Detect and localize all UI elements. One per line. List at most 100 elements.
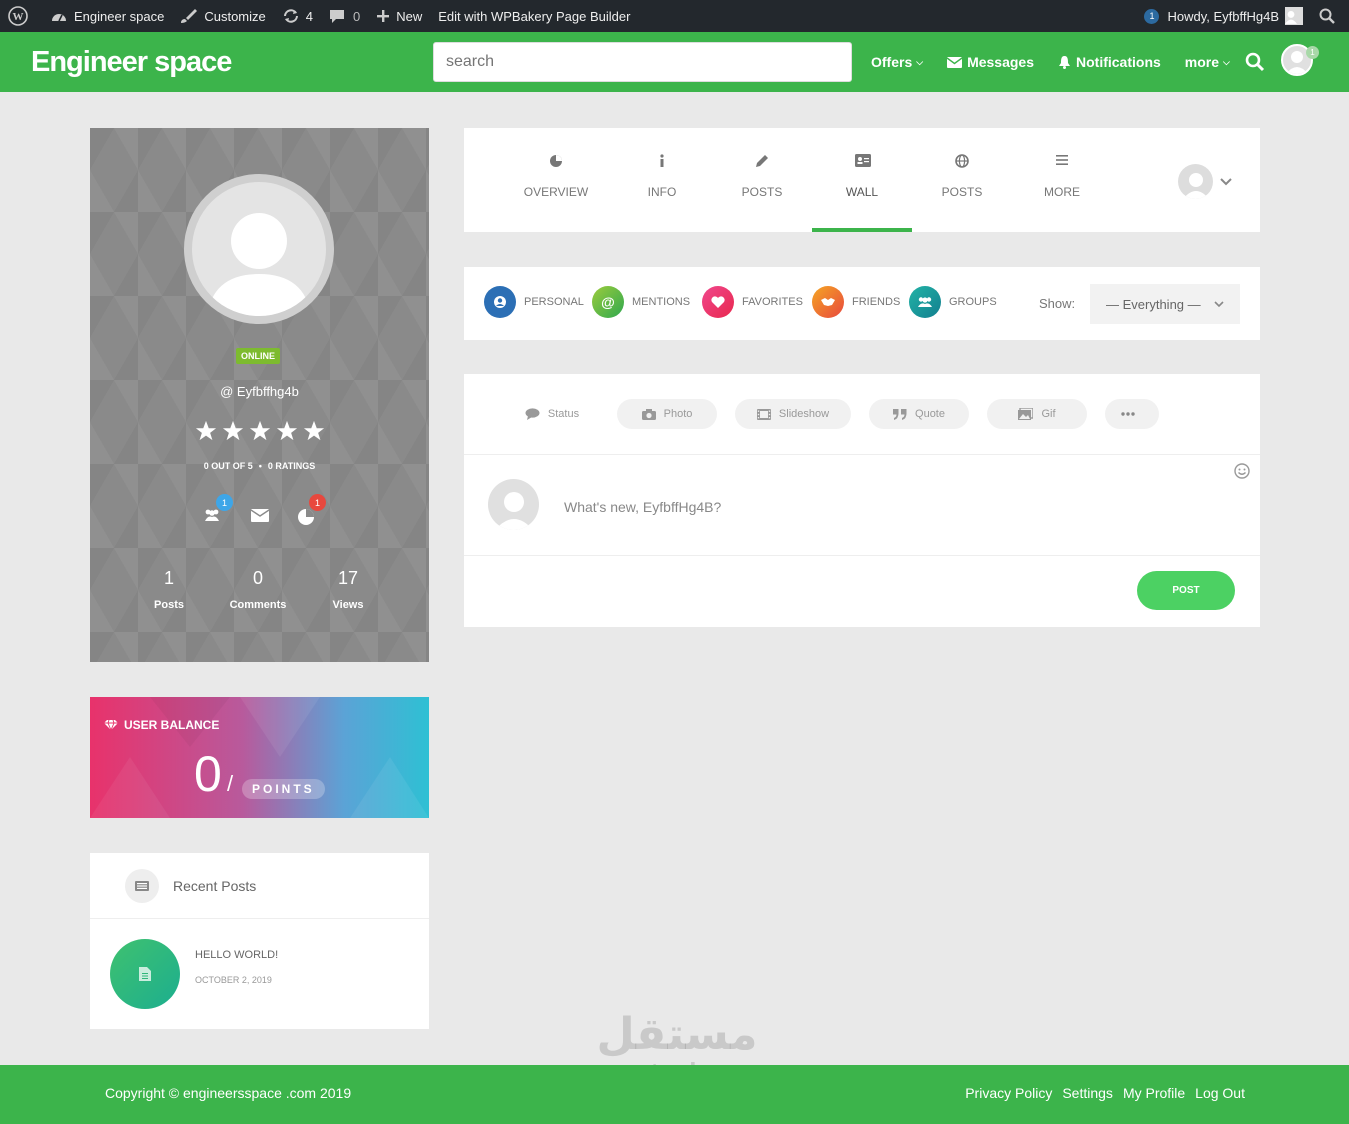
footer-link-privacy[interactable]: Privacy Policy bbox=[965, 1085, 1052, 1101]
main-nav: Offers ⌵ Messages Notifications more ⌵ bbox=[871, 32, 1254, 92]
nav-more[interactable]: more ⌵ bbox=[1185, 54, 1230, 70]
wordpress-icon: W bbox=[8, 6, 28, 26]
nav-offers[interactable]: Offers ⌵ bbox=[871, 54, 923, 70]
site-name-label: Engineer space bbox=[74, 8, 165, 24]
comments-link[interactable]: 0 bbox=[321, 0, 368, 32]
filter-label: MENTIONS bbox=[632, 296, 691, 308]
admin-search-button[interactable] bbox=[1311, 0, 1349, 32]
filter-friends[interactable]: FRIENDS bbox=[812, 286, 900, 318]
star-icon[interactable] bbox=[195, 420, 217, 442]
footer-links: Privacy Policy Settings My Profile Log O… bbox=[965, 1085, 1245, 1101]
pie-chart-icon bbox=[550, 155, 562, 167]
filter-mentions[interactable]: @ MENTIONS bbox=[592, 286, 690, 318]
tab-overview[interactable]: OVERVIEW bbox=[506, 128, 606, 232]
post-type-bar: Status Photo Slideshow Quote Gif bbox=[464, 374, 1260, 455]
new-content-link[interactable]: New bbox=[368, 0, 430, 32]
customize-link[interactable]: Customize bbox=[172, 0, 273, 32]
updates-link[interactable]: 4 bbox=[274, 0, 321, 32]
filter-favorites[interactable]: FAVORITES bbox=[702, 286, 803, 318]
post-thumbnail[interactable] bbox=[110, 939, 180, 1009]
nav-messages[interactable]: Messages bbox=[947, 54, 1034, 70]
wp-admin-bar: W Engineer space Customize 4 0 New Edit … bbox=[0, 0, 1349, 32]
tab-label: OVERVIEW bbox=[523, 185, 589, 199]
account-menu[interactable]: 1 Howdy, EyfbffHg4B bbox=[1136, 0, 1311, 32]
profile-avatar[interactable] bbox=[184, 174, 334, 324]
filter-label: FAVORITES bbox=[742, 296, 803, 308]
list-icon bbox=[135, 880, 149, 891]
tab-posts-global[interactable]: POSTS bbox=[912, 128, 1012, 232]
post-type-label: Photo bbox=[663, 408, 693, 420]
star-icon[interactable] bbox=[249, 420, 271, 442]
show-select[interactable]: — Everything — bbox=[1090, 284, 1240, 324]
film-icon bbox=[756, 408, 771, 420]
tab-more[interactable]: MORE bbox=[1012, 128, 1112, 232]
tab-info[interactable]: INFO bbox=[612, 128, 712, 232]
post-type-more-button[interactable] bbox=[1105, 399, 1159, 429]
show-select-value: — Everything — bbox=[1106, 296, 1201, 312]
post-type-status[interactable]: Status bbox=[512, 399, 592, 429]
page-builder-link[interactable]: Edit with WPBakery Page Builder bbox=[430, 0, 638, 32]
user-silhouette-icon bbox=[494, 492, 533, 530]
star-icon[interactable] bbox=[303, 420, 325, 442]
filter-groups[interactable]: GROUPS bbox=[909, 286, 997, 318]
nav-notifications-label: Notifications bbox=[1076, 54, 1161, 70]
speech-bubble-icon bbox=[525, 408, 540, 420]
filter-label: PERSONAL bbox=[524, 296, 584, 308]
activity-button[interactable] bbox=[297, 508, 315, 531]
tab-wall[interactable]: WALL bbox=[812, 128, 912, 232]
balance-title-label: USER BALANCE bbox=[124, 718, 220, 732]
star-icon[interactable] bbox=[276, 420, 298, 442]
users-icon bbox=[205, 509, 219, 521]
admin-avatar bbox=[1285, 7, 1303, 25]
rating-stars[interactable] bbox=[90, 420, 429, 442]
camera-icon bbox=[641, 408, 656, 420]
footer-link-settings[interactable]: Settings bbox=[1062, 1085, 1113, 1101]
pencil-icon bbox=[756, 155, 768, 167]
at-sign-icon: @ bbox=[592, 286, 624, 318]
image-icon bbox=[1018, 408, 1034, 420]
post-type-slideshow[interactable]: Slideshow bbox=[735, 399, 851, 429]
whats-new-input[interactable]: What's new, EyfbffHg4B? bbox=[564, 499, 721, 515]
online-status-badge: ONLINE bbox=[236, 348, 281, 364]
composer-avatar bbox=[488, 479, 539, 530]
post-type-photo[interactable]: Photo bbox=[617, 399, 717, 429]
filter-personal[interactable]: PERSONAL bbox=[484, 286, 584, 318]
stat-value: 1 bbox=[163, 568, 174, 588]
nav-messages-label: Messages bbox=[967, 54, 1034, 70]
post-type-gif[interactable]: Gif bbox=[987, 399, 1087, 429]
stat-value: 17 bbox=[337, 568, 359, 588]
balance-title: USER BALANCE bbox=[104, 718, 219, 732]
site-name-link[interactable]: Engineer space bbox=[42, 0, 172, 32]
menu-icon bbox=[1056, 155, 1068, 165]
star-icon[interactable] bbox=[222, 420, 244, 442]
post-submit-button[interactable]: POST bbox=[1137, 571, 1235, 610]
post-date: OCTOBER 2, 2019 bbox=[195, 975, 272, 985]
message-button[interactable] bbox=[250, 509, 270, 527]
emoji-button[interactable] bbox=[1234, 463, 1250, 484]
wordpress-logo-button[interactable]: W bbox=[0, 0, 42, 32]
site-logo[interactable]: Engineer space bbox=[31, 46, 232, 79]
tab-posts[interactable]: POSTS bbox=[712, 128, 812, 232]
header-search-button[interactable] bbox=[1245, 52, 1265, 77]
footer-link-logout[interactable]: Log Out bbox=[1195, 1085, 1245, 1101]
recent-posts-header: Recent Posts bbox=[90, 853, 429, 919]
chevron-down-icon[interactable] bbox=[1220, 175, 1232, 189]
refresh-icon bbox=[283, 9, 298, 23]
profile-tabs: OVERVIEW INFO POSTS WALL POSTS MORE bbox=[464, 128, 1260, 232]
nav-more-label: more bbox=[1184, 54, 1220, 70]
search-icon bbox=[1245, 52, 1265, 72]
friends-button[interactable] bbox=[204, 508, 220, 527]
post-type-quote[interactable]: Quote bbox=[869, 399, 969, 429]
tabs-user-avatar[interactable] bbox=[1178, 164, 1213, 199]
footer-link-profile[interactable]: My Profile bbox=[1123, 1085, 1185, 1101]
post-composer: Status Photo Slideshow Quote Gif What's … bbox=[464, 374, 1260, 627]
nav-notifications[interactable]: Notifications bbox=[1058, 54, 1161, 70]
smiley-icon bbox=[1234, 463, 1250, 479]
recent-posts-widget: Recent Posts HELLO WORLD! OCTOBER 2, 201… bbox=[90, 853, 429, 1029]
user-silhouette-icon bbox=[1182, 173, 1209, 199]
stat-value: 0 bbox=[252, 568, 263, 588]
profile-username: @ Eyfbffhg4b bbox=[220, 384, 299, 399]
search-input[interactable] bbox=[433, 42, 852, 82]
post-title-link[interactable]: HELLO WORLD! bbox=[195, 949, 278, 961]
howdy-label: Howdy, EyfbffHg4B bbox=[1167, 8, 1279, 24]
